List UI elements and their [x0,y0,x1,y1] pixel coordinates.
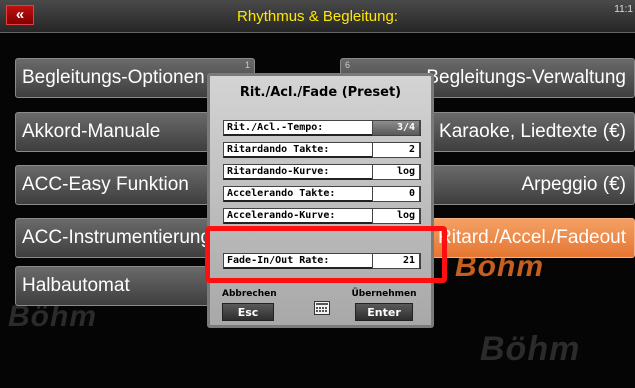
row-rit-acl-tempo[interactable]: Rit./Acl.-Tempo: 3/4 [223,120,421,136]
row-value[interactable]: 3/4 [372,120,420,136]
row-label: Accelerando Takte: [227,188,336,199]
row-label: Accelerando-Kurve: [227,210,336,221]
highlight-frame [205,226,447,283]
row-accelerando-takte[interactable]: Accelerando Takte: 0 [223,186,421,202]
tile-label: Karaoke, Liedtexte (€) [439,121,626,142]
enter-button[interactable]: Enter [355,303,413,321]
keypad-icon[interactable] [314,301,330,315]
row-label: Rit./Acl.-Tempo: [227,122,324,133]
cancel-caption: Abbrechen [222,289,277,299]
tile-label: Ritard./Accel./Fadeout [438,227,626,248]
tile-label: Begleitungs-Verwaltung [426,67,626,88]
tile-label: Arpeggio (€) [521,174,626,195]
tile-label: Begleitungs-Optionen [22,67,205,88]
top-bar: « Rhythmus & Begleitung: 11:1 [0,0,635,33]
dialog-title: Rit./Acl./Fade (Preset) [239,85,402,100]
row-value[interactable]: 2 [372,142,420,158]
row-value[interactable]: 0 [372,186,420,202]
tile-label: ACC-Instrumentierung [22,227,212,248]
row-ritardando-kurve[interactable]: Ritardando-Kurve: log [223,164,421,180]
preset-dialog: Rit./Acl./Fade (Preset) Rit./Acl.-Tempo:… [207,73,434,328]
screen: « Rhythmus & Begleitung: 11:1 Böhm Böhm … [0,0,635,388]
row-value[interactable]: log [372,208,420,224]
tile-number: 6 [345,60,351,70]
row-value[interactable]: log [372,164,420,180]
row-label: Ritardando Takte: [227,144,330,155]
boehm-watermark-logo: Böhm [480,330,581,368]
tile-number: 1 [244,60,250,70]
tile-label: Akkord-Manuale [22,121,161,142]
tile-label: Halbautomat [22,275,130,296]
page-title: Rhythmus & Begleitung: [237,8,398,25]
tile-label: ACC-Easy Funktion [22,174,189,195]
row-accelerando-kurve[interactable]: Accelerando-Kurve: log [223,208,421,224]
row-label: Ritardando-Kurve: [227,166,330,177]
esc-button[interactable]: Esc [222,303,274,321]
row-ritardando-takte[interactable]: Ritardando Takte: 2 [223,142,421,158]
clock: 11:1 [614,4,633,15]
ok-caption: Übernehmen [351,289,417,299]
